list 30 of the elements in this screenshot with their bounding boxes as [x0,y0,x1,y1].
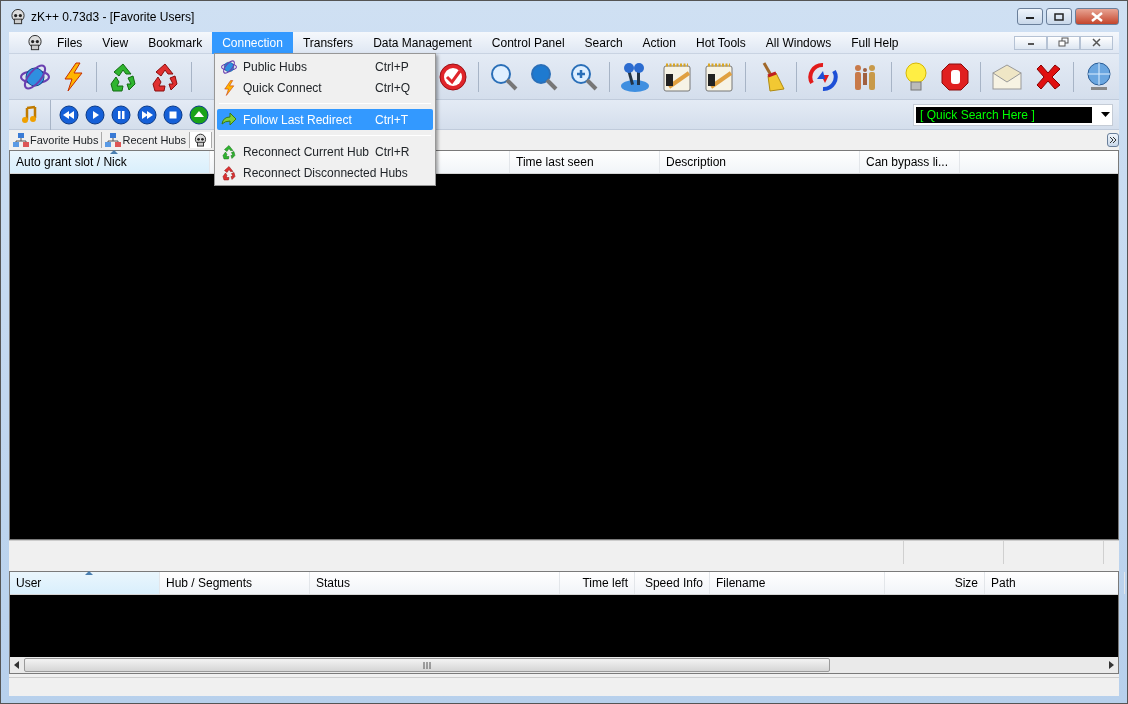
column-header[interactable]: Time left [560,572,635,594]
menu-item[interactable]: Transfers [292,31,364,54]
menu-item[interactable]: All Windows [755,31,842,54]
menu-item[interactable]: Search [574,31,633,54]
menu-item[interactable]: Reconnect Current Hub Ctrl+R [217,141,433,162]
column-header[interactable]: Path [985,572,1125,594]
column-header[interactable]: Hub / Segments [160,572,310,594]
column-header[interactable]: Filename [710,572,885,594]
menu-item[interactable]: Reconnect Disconnected Hubs [217,162,433,183]
menu-item[interactable]: Bookmark [138,31,213,54]
menu-item[interactable]: View [92,31,139,54]
tab[interactable]: Favorite Hubs [10,132,103,148]
column-header[interactable]: Size [885,572,985,594]
menu-item[interactable]: Hot Tools [685,31,756,54]
menu-item[interactable]: Public Hubs Ctrl+P [217,56,433,77]
column-header[interactable]: Description [660,151,860,173]
search-combo-box[interactable]: [ Quick Search Here ] [913,103,1113,126]
menu-item[interactable]: Control Panel [481,31,575,54]
menu-item[interactable]: Files [47,31,93,54]
column-header[interactable]: Time last seen [510,151,660,173]
column-header[interactable]: User [10,572,160,594]
column-header[interactable]: Can bypass li... [860,151,960,173]
menu-item[interactable]: Data Management [363,31,482,54]
column-header[interactable]: Status [310,572,560,594]
column-header[interactable]: Auto grant slot / Nick [10,151,210,173]
column-header[interactable]: Speed Info [635,572,710,594]
menu-item[interactable]: Quick Connect Ctrl+Q [217,77,433,98]
menu-item[interactable]: Full Help [841,31,909,54]
menu-item[interactable]: Action [632,31,686,54]
window-title: zK++ 0.73d3 - [Favorite Users] [31,8,195,26]
